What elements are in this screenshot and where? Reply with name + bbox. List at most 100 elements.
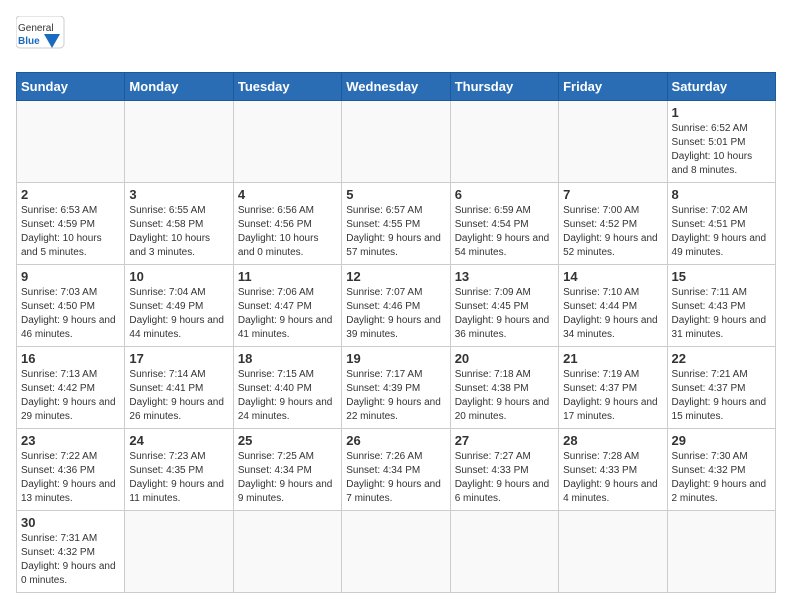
calendar-day-cell: 9Sunrise: 7:03 AM Sunset: 4:50 PM Daylig… [17,265,125,347]
day-info: Sunrise: 7:10 AM Sunset: 4:44 PM Dayligh… [563,286,662,342]
calendar-header-saturday: Saturday [667,73,775,101]
day-info: Sunrise: 7:15 AM Sunset: 4:40 PM Dayligh… [238,368,337,424]
day-number: 3 [129,187,228,202]
svg-text:Blue: Blue [18,36,40,47]
day-number: 20 [455,351,554,366]
calendar-week-row: 1Sunrise: 6:52 AM Sunset: 5:01 PM Daylig… [17,101,776,183]
calendar-day-cell [342,511,450,593]
day-number: 16 [21,351,120,366]
calendar-day-cell: 5Sunrise: 6:57 AM Sunset: 4:55 PM Daylig… [342,183,450,265]
logo: General Blue [16,16,66,60]
calendar-day-cell: 11 Sunrise: 7:06 AM Sunset: 4:47 PM Dayli… [233,265,341,347]
calendar-header-friday: Friday [559,73,667,101]
day-number: 25 [238,433,337,448]
day-number: 22 [672,351,771,366]
day-number: 7 [563,187,662,202]
calendar-day-cell: 29Sunrise: 7:30 AM Sunset: 4:32 PM Dayli… [667,429,775,511]
day-info: Sunrise: 7:18 AM Sunset: 4:38 PM Dayligh… [455,368,554,424]
calendar-day-cell: 21 Sunrise: 7:19 AM Sunset: 4:37 PM Dayli… [559,347,667,429]
day-number: 11 [238,269,337,284]
day-number: 10 [129,269,228,284]
calendar-day-cell: 27Sunrise: 7:27 AM Sunset: 4:33 PM Dayli… [450,429,558,511]
calendar-day-cell: 19Sunrise: 7:17 AM Sunset: 4:39 PM Dayli… [342,347,450,429]
calendar-day-cell [559,511,667,593]
calendar-week-row: 16 Sunrise: 7:13 AM Sunset: 4:42 PM Dayli… [17,347,776,429]
calendar-day-cell: 24 Sunrise: 7:23 AM Sunset: 4:35 PM Dayli… [125,429,233,511]
calendar-day-cell: 1Sunrise: 6:52 AM Sunset: 5:01 PM Daylig… [667,101,775,183]
calendar-week-row: 9Sunrise: 7:03 AM Sunset: 4:50 PM Daylig… [17,265,776,347]
day-number: 1 [672,105,771,120]
calendar-day-cell: 23 Sunrise: 7:22 AM Sunset: 4:36 PM Dayli… [17,429,125,511]
day-info: Sunrise: 7:07 AM Sunset: 4:46 PM Dayligh… [346,286,445,342]
day-number: 13 [455,269,554,284]
calendar-table: SundayMondayTuesdayWednesdayThursdayFrid… [16,72,776,593]
day-number: 8 [672,187,771,202]
calendar-day-cell: 16 Sunrise: 7:13 AM Sunset: 4:42 PM Dayli… [17,347,125,429]
calendar-header-tuesday: Tuesday [233,73,341,101]
calendar-day-cell: 30 Sunrise: 7:31 AM Sunset: 4:32 PM Dayli… [17,511,125,593]
day-info: Sunrise: 7:26 AM Sunset: 4:34 PM Dayligh… [346,450,445,506]
day-info: Sunrise: 7:06 AM Sunset: 4:47 PM Dayligh… [238,286,337,342]
calendar-day-cell: 14 Sunrise: 7:10 AM Sunset: 4:44 PM Dayli… [559,265,667,347]
day-info: Sunrise: 6:56 AM Sunset: 4:56 PM Dayligh… [238,204,337,260]
day-info: Sunrise: 7:22 AM Sunset: 4:36 PM Dayligh… [21,450,120,506]
day-info: Sunrise: 7:31 AM Sunset: 4:32 PM Dayligh… [21,532,120,588]
day-info: Sunrise: 6:55 AM Sunset: 4:58 PM Dayligh… [129,204,228,260]
calendar-day-cell: 2 Sunrise: 6:53 AM Sunset: 4:59 PM Daylig… [17,183,125,265]
day-number: 30 [21,515,120,530]
day-number: 23 [21,433,120,448]
day-info: Sunrise: 7:23 AM Sunset: 4:35 PM Dayligh… [129,450,228,506]
day-number: 26 [346,433,445,448]
calendar-day-cell [233,511,341,593]
day-number: 12 [346,269,445,284]
calendar-day-cell: 8 Sunrise: 7:02 AM Sunset: 4:51 PM Daylig… [667,183,775,265]
day-number: 19 [346,351,445,366]
day-info: Sunrise: 6:53 AM Sunset: 4:59 PM Dayligh… [21,204,120,260]
day-number: 21 [563,351,662,366]
day-number: 18 [238,351,337,366]
day-info: Sunrise: 7:21 AM Sunset: 4:37 PM Dayligh… [672,368,771,424]
calendar-day-cell [233,101,341,183]
calendar-day-cell: 3 Sunrise: 6:55 AM Sunset: 4:58 PM Daylig… [125,183,233,265]
day-number: 24 [129,433,228,448]
calendar-day-cell: 25 Sunrise: 7:25 AM Sunset: 4:34 PM Dayli… [233,429,341,511]
calendar-day-cell: 22 Sunrise: 7:21 AM Sunset: 4:37 PM Dayli… [667,347,775,429]
calendar-week-row: 30 Sunrise: 7:31 AM Sunset: 4:32 PM Dayli… [17,511,776,593]
calendar-day-cell [125,101,233,183]
day-info: Sunrise: 7:00 AM Sunset: 4:52 PM Dayligh… [563,204,662,260]
calendar-header-sunday: Sunday [17,73,125,101]
calendar-day-cell: 4Sunrise: 6:56 AM Sunset: 4:56 PM Daylig… [233,183,341,265]
svg-text:General: General [18,23,54,34]
calendar-day-cell: 20 Sunrise: 7:18 AM Sunset: 4:38 PM Dayli… [450,347,558,429]
calendar-day-cell: 13Sunrise: 7:09 AM Sunset: 4:45 PM Dayli… [450,265,558,347]
calendar-day-cell: 17Sunrise: 7:14 AM Sunset: 4:41 PM Dayli… [125,347,233,429]
calendar-day-cell: 18 Sunrise: 7:15 AM Sunset: 4:40 PM Dayli… [233,347,341,429]
day-info: Sunrise: 7:11 AM Sunset: 4:43 PM Dayligh… [672,286,771,342]
calendar-header-wednesday: Wednesday [342,73,450,101]
header: General Blue [16,16,776,60]
day-number: 28 [563,433,662,448]
calendar-day-cell [342,101,450,183]
day-info: Sunrise: 7:28 AM Sunset: 4:33 PM Dayligh… [563,450,662,506]
calendar-week-row: 2 Sunrise: 6:53 AM Sunset: 4:59 PM Daylig… [17,183,776,265]
day-info: Sunrise: 7:04 AM Sunset: 4:49 PM Dayligh… [129,286,228,342]
day-number: 17 [129,351,228,366]
day-number: 2 [21,187,120,202]
calendar-week-row: 23 Sunrise: 7:22 AM Sunset: 4:36 PM Dayli… [17,429,776,511]
day-info: Sunrise: 7:25 AM Sunset: 4:34 PM Dayligh… [238,450,337,506]
day-info: Sunrise: 7:19 AM Sunset: 4:37 PM Dayligh… [563,368,662,424]
day-info: Sunrise: 7:02 AM Sunset: 4:51 PM Dayligh… [672,204,771,260]
day-info: Sunrise: 7:30 AM Sunset: 4:32 PM Dayligh… [672,450,771,506]
day-info: Sunrise: 7:13 AM Sunset: 4:42 PM Dayligh… [21,368,120,424]
calendar-header-row: SundayMondayTuesdayWednesdayThursdayFrid… [17,73,776,101]
calendar-day-cell: 10 Sunrise: 7:04 AM Sunset: 4:49 PM Dayli… [125,265,233,347]
calendar-day-cell: 12 Sunrise: 7:07 AM Sunset: 4:46 PM Dayli… [342,265,450,347]
calendar-day-cell: 15Sunrise: 7:11 AM Sunset: 4:43 PM Dayli… [667,265,775,347]
day-number: 14 [563,269,662,284]
generalblue-logo-icon: General Blue [16,16,66,60]
day-number: 9 [21,269,120,284]
calendar-day-cell [450,101,558,183]
calendar-day-cell [450,511,558,593]
day-info: Sunrise: 7:27 AM Sunset: 4:33 PM Dayligh… [455,450,554,506]
calendar-day-cell [125,511,233,593]
